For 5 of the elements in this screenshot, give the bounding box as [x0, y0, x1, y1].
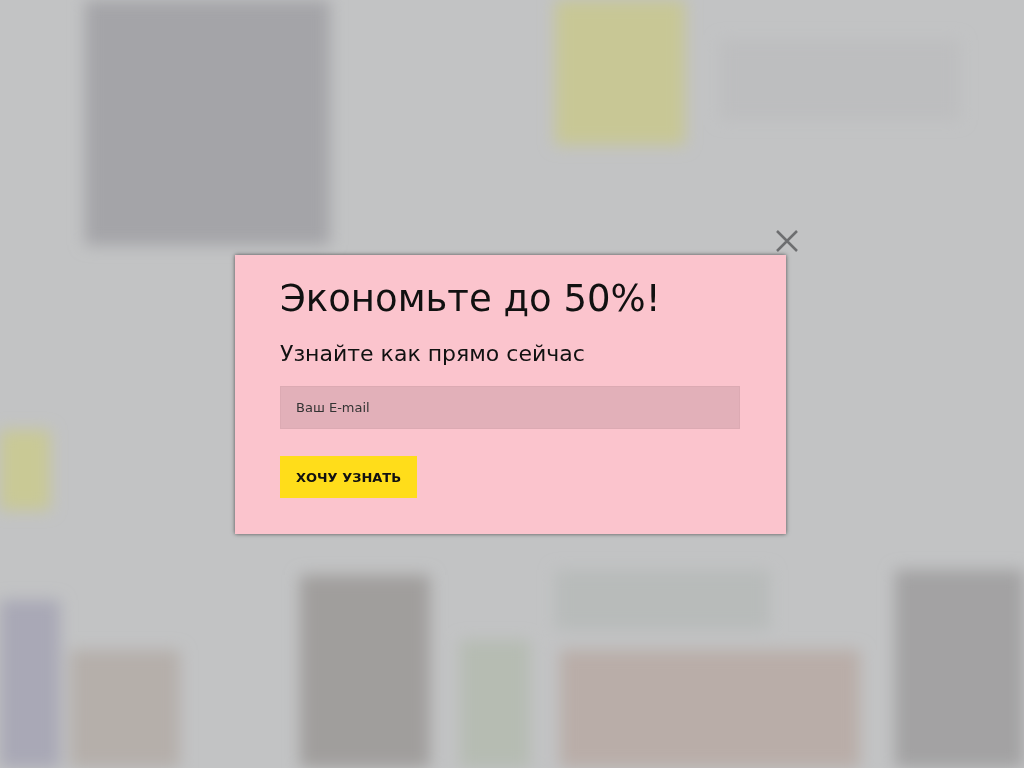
submit-button[interactable]: ХОЧУ УЗНАТЬ — [280, 456, 418, 498]
popup-subtitle: Узнайте как прямо сейчас — [280, 340, 585, 368]
popup-title: Экономьте до 50%! — [280, 276, 661, 322]
close-icon[interactable] — [775, 229, 799, 253]
email-field[interactable]: Ваш E-mail — [280, 386, 740, 429]
